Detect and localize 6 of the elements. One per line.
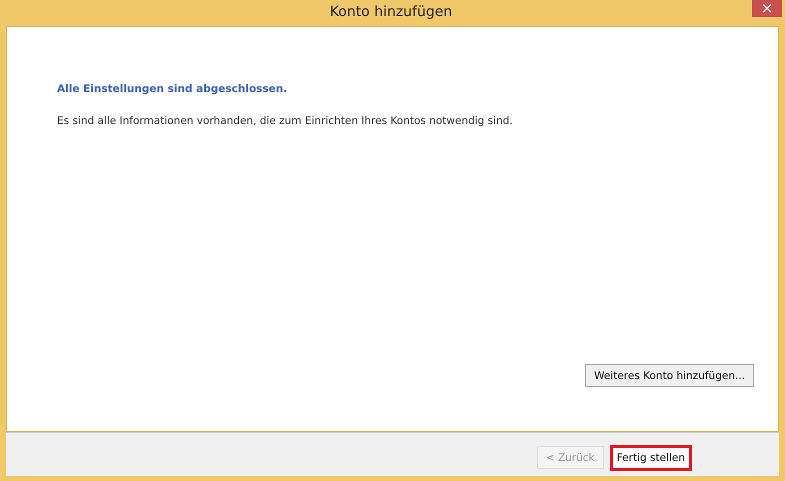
heading: Alle Einstellungen sind abgeschlossen.	[57, 83, 288, 95]
window-title: Konto hinzufügen	[328, 3, 454, 22]
message: Es sind alle Informationen vorhanden, die zum Einrichten Ihres Kontos notwendig sind.	[57, 115, 514, 127]
close-button[interactable]: ×	[752, 0, 782, 17]
add-account-button[interactable]: Weiteres Konto hinzufügen...	[585, 364, 754, 387]
finish-button[interactable]: Fertig stellen	[610, 444, 692, 470]
